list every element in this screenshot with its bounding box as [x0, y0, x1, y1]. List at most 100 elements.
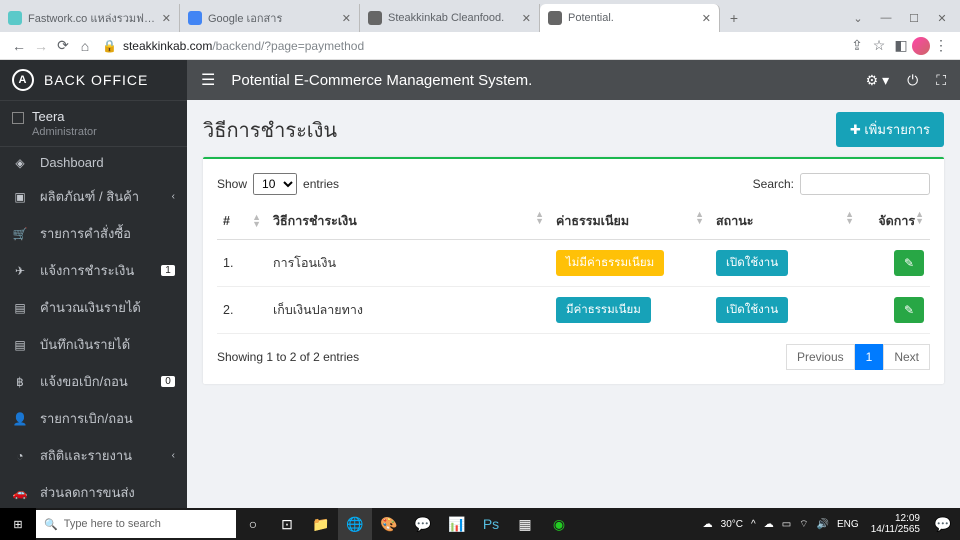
col-status[interactable]: สถานะ▲▼: [710, 203, 860, 240]
browser-tab-0[interactable]: Fastwork.co แหล่งรวมฟรีแลนซ์คุณภ ✕: [0, 4, 180, 32]
page-1[interactable]: 1: [855, 344, 884, 370]
address-bar[interactable]: 🔒 steakkinkab.com/backend/?page=paymetho…: [102, 39, 840, 53]
window-dropdown[interactable]: ⌄: [844, 4, 872, 32]
tray-chevron[interactable]: ^: [751, 519, 756, 530]
cell-action: ✎: [860, 240, 930, 287]
tab-close-icon[interactable]: ✕: [702, 12, 711, 25]
sidebar-item-8[interactable]: ◔สถิติและรายงาน‹: [0, 437, 187, 474]
add-record-button[interactable]: ✚ เพิ่มรายการ: [836, 112, 944, 147]
browser-tab-2[interactable]: Steakkinkab Cleanfood. ✕: [360, 4, 540, 32]
menu-label: Dashboard: [40, 155, 175, 170]
task-app2[interactable]: 💬: [406, 508, 440, 540]
tray-lang[interactable]: ENG: [837, 519, 859, 530]
col-num[interactable]: #▲▼: [217, 203, 267, 240]
task-app4[interactable]: ▦: [508, 508, 542, 540]
profile-avatar[interactable]: [912, 37, 930, 55]
new-tab-button[interactable]: +: [720, 4, 748, 32]
share-icon[interactable]: ⇪: [846, 35, 868, 57]
tray-sound[interactable]: 🔊: [817, 519, 829, 530]
window-maximize[interactable]: ☐: [900, 4, 928, 32]
brand-row[interactable]: A BACK OFFICE: [0, 60, 187, 100]
cell-num: 1.: [217, 240, 267, 287]
tab-close-icon[interactable]: ✕: [162, 12, 171, 25]
sidebar-item-7[interactable]: 👤รายการเบิก/ถอน: [0, 400, 187, 437]
sidebar-item-0[interactable]: ◈Dashboard: [0, 147, 187, 178]
bookmark-icon[interactable]: ☆: [868, 35, 890, 57]
sidebar-item-2[interactable]: 🛒รายการคำสั่งซื้อ: [0, 215, 187, 252]
col-method[interactable]: วิธีการชำระเงิน▲▼: [267, 203, 550, 240]
col-fee[interactable]: ค่าธรรมเนียม▲▼: [550, 203, 710, 240]
user-block[interactable]: Teera Administrator: [0, 100, 187, 147]
window-close[interactable]: ✕: [928, 4, 956, 32]
nav-forward[interactable]: →: [30, 35, 52, 57]
fullscreen-icon[interactable]: ⛶: [936, 72, 946, 89]
cell-fee: มีค่าธรรมเนียม: [550, 287, 710, 334]
system-tray[interactable]: ☁ 30°C ^ ☁ ▭ ⌔ 🔊 ENG: [697, 518, 865, 531]
user-checkbox[interactable]: [12, 112, 24, 124]
side-panel-icon[interactable]: ◧: [890, 35, 912, 57]
search-input[interactable]: [800, 173, 930, 195]
tab-close-icon[interactable]: ✕: [522, 12, 531, 25]
chevron-icon: ‹: [172, 450, 175, 461]
menu-icon: ◔: [12, 449, 28, 463]
menu-badge: 1: [161, 265, 175, 276]
url-host: steakkinkab.com: [123, 39, 212, 53]
tab-title: Fastwork.co แหล่งรวมฟรีแลนซ์คุณภ: [28, 9, 156, 27]
task-taskview[interactable]: ⊡: [270, 508, 304, 540]
nav-home[interactable]: ⌂: [74, 35, 96, 57]
notifications-icon[interactable]: 💬: [926, 508, 960, 540]
fee-badge: มีค่าธรรมเนียม: [556, 297, 651, 323]
nav-back[interactable]: ←: [8, 35, 30, 57]
menu-toggle-icon[interactable]: ☰: [201, 70, 215, 90]
topbar: ☰ Potential E-Commerce Management System…: [187, 60, 960, 100]
search-icon: 🔍: [44, 518, 58, 531]
col-action[interactable]: จัดการ▲▼: [860, 203, 930, 240]
settings-icon[interactable]: ⚙ ▾: [866, 72, 889, 89]
browser-tab-1[interactable]: Google เอกสาร✕: [180, 4, 360, 32]
task-chrome[interactable]: 🌐: [338, 508, 372, 540]
tray-wifi[interactable]: ⌔: [799, 518, 808, 531]
sidebar-item-3[interactable]: ✈แจ้งการชำระเงิน1: [0, 252, 187, 289]
task-cortana[interactable]: ○: [236, 508, 270, 540]
tray-onedrive[interactable]: ☁: [764, 519, 774, 530]
browser-tab-3[interactable]: Potential.✕: [540, 4, 720, 32]
taskbar-apps: ○ ⊡ 📁 🌐 🎨 💬 📊 Ps ▦ ◉: [236, 508, 576, 540]
edit-button[interactable]: ✎: [894, 250, 924, 276]
sidebar-item-1[interactable]: ▣ผลิตภัณฑ์ / สินค้า‹: [0, 178, 187, 215]
sidebar-item-6[interactable]: ฿แจ้งขอเบิก/ถอน0: [0, 363, 187, 400]
window-minimize[interactable]: —: [872, 4, 900, 32]
sidebar: A BACK OFFICE Teera Administrator ◈Dashb…: [0, 60, 187, 508]
task-line[interactable]: ◉: [542, 508, 576, 540]
taskbar-search[interactable]: 🔍Type here to search: [36, 510, 236, 538]
page-prev[interactable]: Previous: [786, 344, 855, 370]
menu-label: ส่วนลดการขนส่ง: [40, 482, 175, 503]
taskbar-clock[interactable]: 12:09 14/11/2565: [865, 513, 926, 535]
menu-label: รายการเบิก/ถอน: [40, 408, 175, 429]
page-next[interactable]: Next: [883, 344, 930, 370]
menu-label: คำนวณเงินรายได้: [40, 297, 175, 318]
browser-tab-strip: Fastwork.co แหล่งรวมฟรีแลนซ์คุณภ✕Google …: [0, 0, 960, 32]
cell-method: เก็บเงินปลายทาง: [267, 287, 550, 334]
nav-reload[interactable]: ⟳: [52, 35, 74, 57]
table-row: 2.เก็บเงินปลายทางมีค่าธรรมเนียมเปิดใช้งา…: [217, 287, 930, 334]
menu-icon: 🛒: [12, 227, 28, 241]
data-table: #▲▼ วิธีการชำระเงิน▲▼ ค่าธรรมเนียม▲▼ สถา…: [217, 203, 930, 334]
task-app3[interactable]: 📊: [440, 508, 474, 540]
table-info: Showing 1 to 2 of 2 entries: [217, 350, 359, 364]
chrome-menu-icon[interactable]: ⋮: [930, 35, 952, 57]
page-length-select[interactable]: 10: [253, 173, 297, 195]
chevron-icon: ‹: [172, 191, 175, 202]
power-icon[interactable]: ⏻: [907, 72, 918, 89]
tray-battery[interactable]: ▭: [782, 519, 791, 530]
task-app1[interactable]: 🎨: [372, 508, 406, 540]
tab-close-icon[interactable]: ✕: [342, 12, 351, 25]
weather-icon: ☁: [703, 519, 713, 530]
edit-button[interactable]: ✎: [894, 297, 924, 323]
task-ps[interactable]: Ps: [474, 508, 508, 540]
task-explorer[interactable]: 📁: [304, 508, 338, 540]
tab-title: Steakkinkab Cleanfood.: [388, 12, 516, 24]
start-button[interactable]: ⊞: [0, 508, 36, 540]
sidebar-item-9[interactable]: 🚗ส่วนลดการขนส่ง: [0, 474, 187, 508]
sidebar-item-4[interactable]: ▤คำนวณเงินรายได้: [0, 289, 187, 326]
sidebar-item-5[interactable]: ▤บันทึกเงินรายได้: [0, 326, 187, 363]
